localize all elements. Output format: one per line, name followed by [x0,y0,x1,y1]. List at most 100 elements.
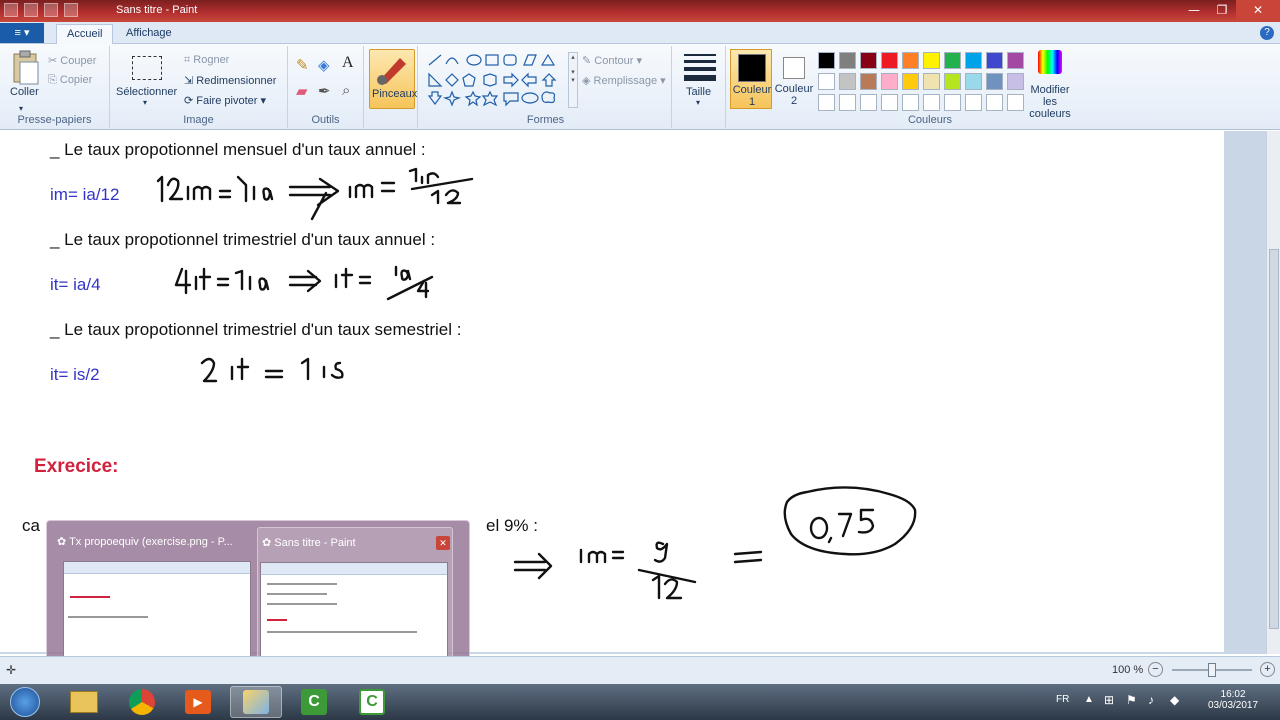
save-icon[interactable] [24,3,38,17]
palette-swatch[interactable] [944,52,961,69]
select-icon[interactable] [132,56,162,80]
palette-swatch[interactable] [881,52,898,69]
tab-view[interactable]: Affichage [116,24,182,44]
palette-swatch[interactable] [902,52,919,69]
preview-title-1: ✿ Tx propoequiv (exercise.png - P... [57,535,233,548]
copy-button[interactable]: ⎘ Copier [48,74,92,87]
palette-swatch[interactable] [923,73,940,90]
scrollbar-thumb[interactable] [1269,249,1279,629]
color2-button[interactable]: Couleur 2 [774,49,814,109]
custom-color-swatch[interactable] [818,94,835,111]
palette-swatch[interactable] [965,73,982,90]
tray-app-icon[interactable]: ◆ [1170,693,1179,707]
fill-icon[interactable]: ◈ [318,56,330,74]
preview-close-button[interactable]: ✕ [436,536,450,550]
taskbar-media-player[interactable]: ▶ [172,686,224,718]
handwriting-2 [174,265,434,301]
eraser-icon[interactable]: ▰ [296,82,308,100]
palette-swatch[interactable] [986,52,1003,69]
crop-button[interactable]: ⌗ Rogner [184,54,229,67]
zoom-out-button[interactable]: − [1148,662,1163,677]
close-button[interactable]: ✕ [1236,0,1280,20]
cut-button[interactable]: ✂ Couper [48,54,96,67]
size-dropdown-icon[interactable]: ▾ [696,98,700,107]
custom-color-swatch[interactable] [923,94,940,111]
speaker-icon[interactable]: ♪ [1148,693,1154,707]
custom-color-swatch[interactable] [839,94,856,111]
resize-button[interactable]: ⇲ Redimensionner [184,74,276,87]
custom-color-swatch[interactable] [902,94,919,111]
palette-swatch[interactable] [818,52,835,69]
network-icon[interactable]: ⊞ [1104,693,1114,707]
brushes-button[interactable]: Pinceaux [369,49,417,109]
custom-color-swatch[interactable] [965,94,982,111]
palette-swatch[interactable] [965,52,982,69]
edit-colors-button[interactable]: Modifier les couleurs [1024,50,1076,120]
palette-swatch[interactable] [1007,73,1024,90]
outline-button[interactable]: ✎ Contour ▾ [582,54,642,67]
text-icon[interactable]: A [342,54,354,72]
zoom-slider-thumb[interactable] [1208,663,1216,677]
clock[interactable]: 16:02 03/03/2017 [1208,689,1258,711]
language-indicator[interactable]: FR [1056,694,1069,705]
select-dropdown-icon[interactable]: ▾ [143,98,147,107]
shapes-scroll-icon[interactable]: ▴ ▾ ▾ [568,52,578,108]
fill-button[interactable]: ◈ Remplissage ▾ [582,74,666,87]
taskbar-explorer[interactable] [58,686,110,718]
redo-icon[interactable] [64,3,78,17]
start-button[interactable] [2,686,48,718]
palette-swatch[interactable] [860,52,877,69]
vertical-scrollbar[interactable] [1266,131,1280,654]
taskbar-paint[interactable] [230,686,282,718]
palette-swatch[interactable] [1007,52,1024,69]
palette-swatch[interactable] [944,73,961,90]
flag-icon[interactable]: ⚑ [1126,693,1137,707]
zoom-slider[interactable] [1172,663,1252,677]
tab-home[interactable]: Accueil [56,24,114,44]
windows-logo-icon [10,687,40,717]
custom-color-swatch[interactable] [1007,94,1024,111]
pencil-icon[interactable]: ✎ [296,56,309,74]
custom-color-swatch[interactable] [944,94,961,111]
tools-group: ✎ ◈ A ▰ ✒ ⌕ Outils [288,46,364,128]
color-picker-icon[interactable]: ✒ [318,82,331,100]
magnifier-icon[interactable]: ⌕ [342,82,350,99]
zoom-in-button[interactable]: + [1260,662,1275,677]
crop-icon: ⌗ [184,54,191,66]
custom-color-swatch[interactable] [860,94,877,111]
palette-swatch[interactable] [860,73,877,90]
paint-small-icon: ✿ [57,536,67,548]
show-hidden-icons[interactable]: ▲ [1084,694,1094,705]
taskbar-camtasia-recorder[interactable]: C [346,686,398,718]
palette-swatch[interactable] [839,73,856,90]
palette-swatch[interactable] [818,73,835,90]
palette-swatch[interactable] [839,52,856,69]
handwriting-3 [200,357,344,383]
preview-window-1[interactable]: ✿ Tx propoequiv (exercise.png - P... [53,527,251,663]
select-button[interactable]: Sélectionner [116,86,177,98]
color1-button[interactable]: Couleur 1 [730,49,772,109]
paste-icon[interactable] [8,50,42,86]
preview-window-2[interactable]: ✿ Sans titre - Paint ✕ [257,527,453,663]
size-icon[interactable] [684,54,716,81]
minimize-button[interactable]: — [1180,0,1208,20]
palette-swatch[interactable] [986,73,1003,90]
taskbar-camtasia[interactable]: C [288,686,340,718]
maximize-button[interactable]: ❐ [1208,0,1236,20]
palette-swatch[interactable] [902,73,919,90]
rotate-button[interactable]: ⟳ Faire pivoter ▾ [184,94,266,107]
custom-color-swatch[interactable] [986,94,1003,111]
palette-swatch[interactable] [923,52,940,69]
paste-dropdown-icon[interactable]: ▾ [19,104,31,113]
help-icon[interactable]: ? [1260,26,1274,40]
custom-color-swatch[interactable] [881,94,898,111]
size-button[interactable]: Taille [686,86,711,98]
paste-button[interactable]: Coller [10,86,39,98]
resize-label: Redimensionner [196,75,277,87]
undo-icon[interactable] [44,3,58,17]
taskbar-chrome[interactable] [116,686,168,718]
file-menu-button[interactable]: ≡ ▾ [0,23,44,43]
paint-app-icon[interactable] [4,3,18,17]
palette-swatch[interactable] [881,73,898,90]
shapes-gallery[interactable] [426,52,570,108]
